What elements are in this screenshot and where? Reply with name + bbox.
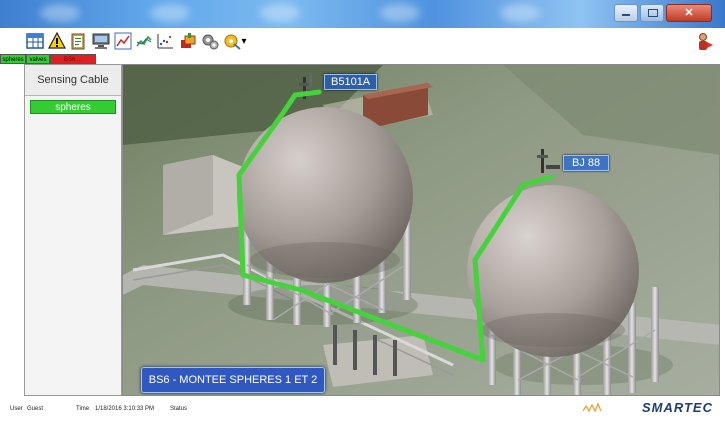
tab-bs6[interactable]: BS6 ... bbox=[50, 54, 96, 64]
minimize-icon bbox=[622, 14, 630, 16]
title-bar: ✕ bbox=[0, 0, 725, 28]
status-time-label: Time bbox=[76, 406, 90, 412]
exit-icon[interactable] bbox=[696, 32, 716, 52]
sidebar-title: Sensing Cable bbox=[25, 65, 121, 96]
smartec-logo-icon bbox=[583, 402, 602, 412]
status-time-value: 1/18/2016 3:10:33 PM bbox=[95, 406, 155, 412]
settings-icon[interactable] bbox=[222, 31, 242, 51]
tab-valves[interactable]: valves bbox=[26, 54, 50, 64]
tag-bj88-label: BJ 88 bbox=[572, 157, 601, 169]
plant-scene: B5101A BJ 88 BS6 - MONTEE SPHERES 1 ET 2 bbox=[122, 64, 720, 396]
title-glow bbox=[500, 4, 540, 22]
status-user-value: Guest bbox=[27, 406, 44, 412]
grid-icon[interactable] bbox=[25, 31, 45, 51]
toolbar: ▾ bbox=[0, 28, 725, 54]
tab-spheres[interactable]: spheres bbox=[0, 54, 26, 64]
tag-b5101a-label: B5101A bbox=[331, 76, 371, 88]
title-glow bbox=[380, 4, 420, 22]
tag-b5101a[interactable]: B5101A bbox=[324, 74, 378, 90]
maximize-button[interactable] bbox=[640, 4, 664, 22]
tag-bj88[interactable]: BJ 88 bbox=[563, 155, 610, 171]
warning-icon[interactable] bbox=[47, 31, 67, 51]
smartec-logo: SMARTEC bbox=[641, 400, 713, 415]
chart-line-icon[interactable] bbox=[113, 31, 133, 51]
status-bar: User Guest Time 1/18/2016 3:10:33 PM Sta… bbox=[0, 400, 725, 432]
title-glow bbox=[260, 4, 300, 22]
chart-spark-icon[interactable] bbox=[134, 31, 154, 51]
title-glow bbox=[150, 4, 190, 22]
scene-caption-text: BS6 - MONTEE SPHERES 1 ET 2 bbox=[148, 374, 318, 386]
minimize-button[interactable] bbox=[614, 4, 638, 22]
maximize-icon bbox=[648, 9, 658, 17]
chart-scatter-icon[interactable] bbox=[155, 31, 175, 51]
clipboard-icon[interactable] bbox=[68, 31, 88, 51]
sidebar: Sensing Cable spheres bbox=[24, 64, 122, 396]
monitor-icon[interactable] bbox=[91, 31, 111, 51]
scene-illustration bbox=[123, 65, 719, 395]
gears-icon[interactable] bbox=[200, 31, 220, 51]
sidebar-item-spheres[interactable]: spheres bbox=[30, 100, 116, 114]
tools-icon[interactable] bbox=[178, 31, 198, 51]
status-user-label: User bbox=[10, 406, 23, 412]
scene-caption: BS6 - MONTEE SPHERES 1 ET 2 bbox=[141, 367, 325, 393]
status-label: Status bbox=[170, 406, 188, 412]
close-icon: ✕ bbox=[684, 7, 694, 19]
close-button[interactable]: ✕ bbox=[666, 4, 712, 22]
settings-dropdown-icon[interactable]: ▾ bbox=[240, 31, 248, 51]
title-glow bbox=[40, 4, 80, 22]
